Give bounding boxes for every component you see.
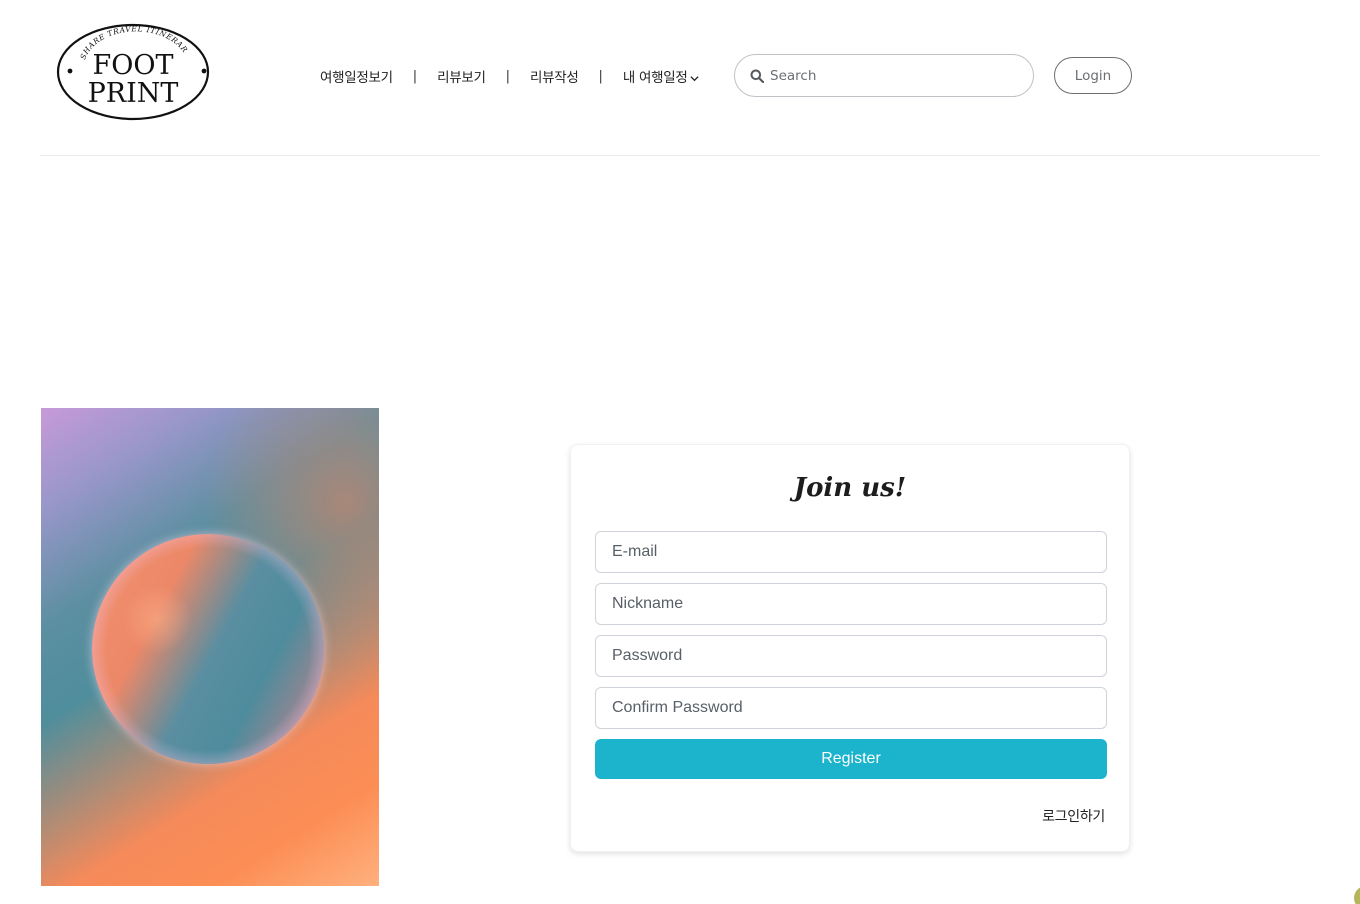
search-input[interactable]: [770, 57, 1020, 94]
nav-item-view-reviews[interactable]: 리뷰보기: [437, 66, 486, 86]
email-field[interactable]: [595, 531, 1107, 573]
nav-item-view-itineraries[interactable]: 여행일정보기: [320, 66, 393, 86]
nav-separator: |: [505, 68, 510, 84]
logo-emblem: SHARE TRAVEL ITINERARY FOOT PRINT: [55, 22, 210, 121]
corner-floating-button[interactable]: [1354, 886, 1360, 904]
nav-item-write-review[interactable]: 리뷰작성: [530, 66, 579, 86]
nav-separator: |: [598, 68, 603, 84]
search-icon[interactable]: [750, 69, 764, 83]
register-button[interactable]: Register: [595, 739, 1107, 779]
confirm-password-field[interactable]: [595, 687, 1107, 729]
go-to-login-link[interactable]: 로그인하기: [1042, 806, 1105, 826]
password-field[interactable]: [595, 635, 1107, 677]
logo-line-2: PRINT: [88, 78, 179, 109]
chevron-down-icon: [690, 75, 700, 82]
footprint-logo[interactable]: SHARE TRAVEL ITINERARY FOOT PRINT: [55, 22, 211, 122]
logo-line-1: FOOT: [92, 50, 173, 81]
login-button[interactable]: Login: [1054, 57, 1132, 94]
search-box: [734, 54, 1034, 97]
hero-gradient-image: [41, 408, 379, 886]
main-nav: 여행일정보기 | 리뷰보기 | 리뷰작성 | 내 여행일정: [320, 64, 700, 88]
register-card: Join us! Register 로그인하기: [570, 444, 1130, 852]
nickname-field[interactable]: [595, 583, 1107, 625]
header-divider: [40, 155, 1320, 156]
bubble-orb: [92, 534, 324, 764]
nav-item-my-itinerary-dropdown[interactable]: 내 여행일정: [623, 66, 700, 86]
nav-separator: |: [412, 68, 418, 84]
nav-item-my-itinerary-label: 내 여행일정: [622, 70, 688, 86]
register-title: Join us!: [793, 473, 907, 503]
